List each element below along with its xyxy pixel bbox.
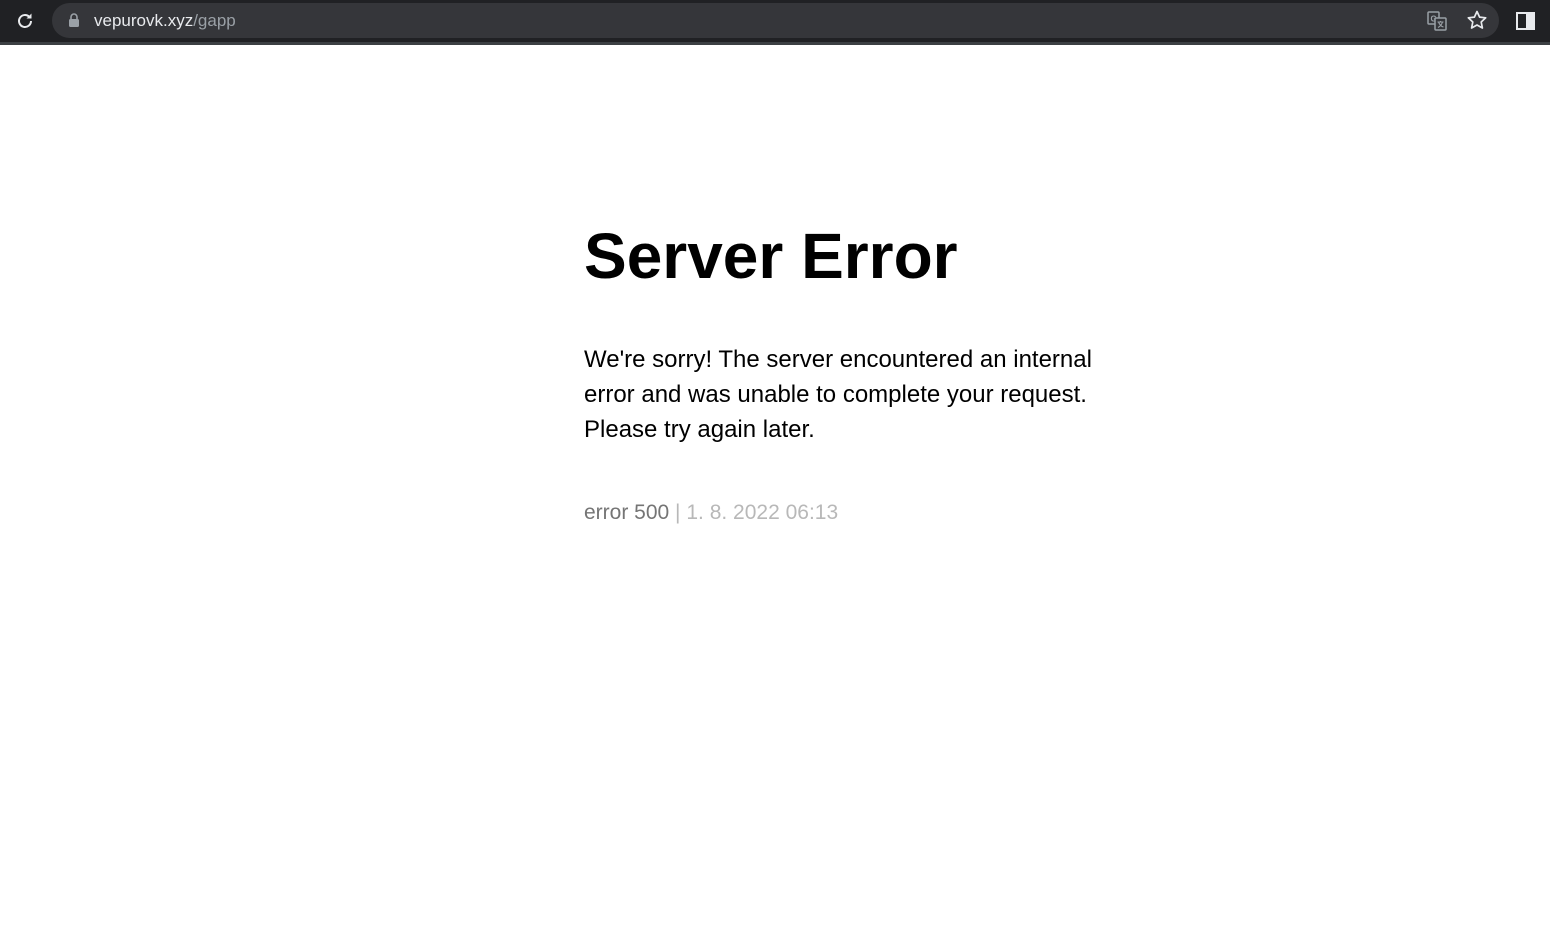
error-timestamp: 1. 8. 2022 06:13 xyxy=(686,501,839,524)
url-text[interactable]: vepurovk.xyz/gapp xyxy=(94,11,236,31)
reload-icon xyxy=(18,13,32,28)
page-title: Server Error xyxy=(584,220,958,292)
browser-toolbar: vepurovk.xyz/gapp G xyxy=(0,0,1550,45)
error-message: We're sorry! The server encountered an i… xyxy=(584,346,1092,443)
meta-separator: | xyxy=(669,501,687,524)
lock-icon[interactable] xyxy=(68,13,80,27)
url-host: vepurovk.xyz xyxy=(94,11,194,30)
address-bar[interactable]: vepurovk.xyz/gapp G xyxy=(52,3,1499,38)
reload-button[interactable] xyxy=(12,9,38,33)
side-panel-icon[interactable] xyxy=(1514,9,1538,33)
error-code: error 500 xyxy=(584,501,670,524)
error-meta: error 500 | 1. 8. 2022 06:13 xyxy=(584,501,1144,525)
translate-icon[interactable]: G xyxy=(1426,10,1448,32)
url-path: /gapp xyxy=(193,11,236,30)
star-icon[interactable] xyxy=(1466,9,1488,31)
error-page-content: Server Error We're sorry! The server enc… xyxy=(584,220,1144,525)
